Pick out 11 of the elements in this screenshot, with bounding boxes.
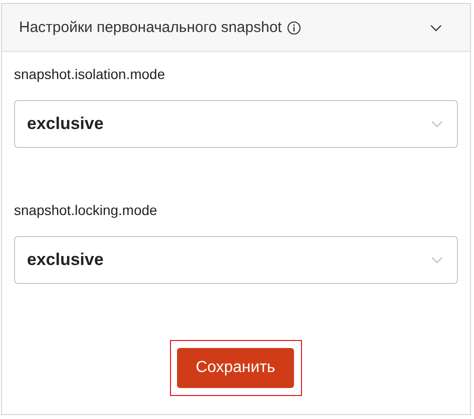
save-button[interactable]: Сохранить [177, 348, 294, 388]
chevron-icon [431, 256, 443, 264]
field-label: snapshot.locking.mode [14, 202, 158, 220]
section-title: Настройки первоначального snapshot [19, 19, 282, 36]
select-field[interactable]: exclusive [14, 236, 458, 284]
select-field[interactable]: exclusive [14, 100, 458, 148]
field-label: snapshot.isolation.mode [14, 66, 166, 84]
info-icon[interactable] [286, 20, 301, 34]
chevron-icon [430, 24, 442, 32]
chevron-icon [431, 120, 443, 128]
section-header[interactable]: Настройки первоначального snapshot [2, 4, 470, 52]
